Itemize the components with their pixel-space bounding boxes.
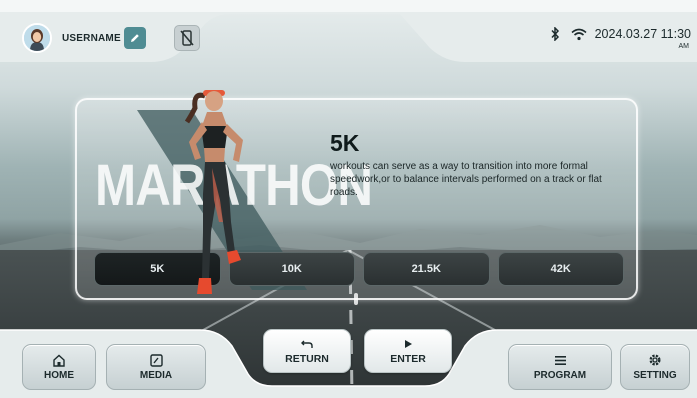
enter-button[interactable]: ENTER [364,329,452,373]
return-icon [301,338,313,350]
gear-icon [648,353,662,367]
runner-image [184,90,243,294]
bluetooth-icon [547,26,563,42]
avatar-image [24,25,50,51]
bottom-bar: HOME MEDIA RETURN ENTER PROGRAM SETTING [0,312,697,398]
top-bar: USERNAME 2024.03.27 11:30 AM [0,0,697,62]
list-icon [553,353,567,367]
media-button[interactable]: MEDIA [106,344,206,390]
media-label: MEDIA [139,370,173,381]
distance-option-42k[interactable]: 42K [497,252,624,286]
username: USERNAME [62,33,121,44]
phone-off-icon [180,30,194,46]
enter-label: ENTER [390,352,426,365]
avatar[interactable] [22,23,52,53]
distance-option-21-5k[interactable]: 21.5K [363,252,490,286]
ampm-indicator: AM [678,43,690,50]
datetime-text: 2024.03.27 11:30 [594,27,691,41]
media-icon [149,353,163,367]
setting-label: SETTING [633,370,677,381]
workout-description: workouts can serve as a way to transitio… [330,161,602,198]
play-icon [402,338,414,350]
home-button[interactable]: HOME [22,344,96,390]
setting-button[interactable]: SETTING [620,344,690,390]
datetime: 2024.03.27 11:30 AM [594,27,691,50]
edit-username-button[interactable] [124,27,146,49]
scroll-indicator [354,293,358,305]
workout-card: MARATHON 5K workouts can serve as a way … [75,98,638,300]
phone-mute-button[interactable] [174,25,200,51]
selected-distance-title: 5K [330,130,360,156]
status-area: 2024.03.27 11:30 AM [547,26,691,50]
home-label: HOME [44,370,74,381]
home-icon [52,353,66,367]
program-button[interactable]: PROGRAM [508,344,612,390]
return-label: RETURN [285,352,329,365]
wifi-icon [571,26,587,42]
return-button[interactable]: RETURN [263,329,351,373]
program-label: PROGRAM [533,370,587,381]
edit-icon [131,34,139,42]
